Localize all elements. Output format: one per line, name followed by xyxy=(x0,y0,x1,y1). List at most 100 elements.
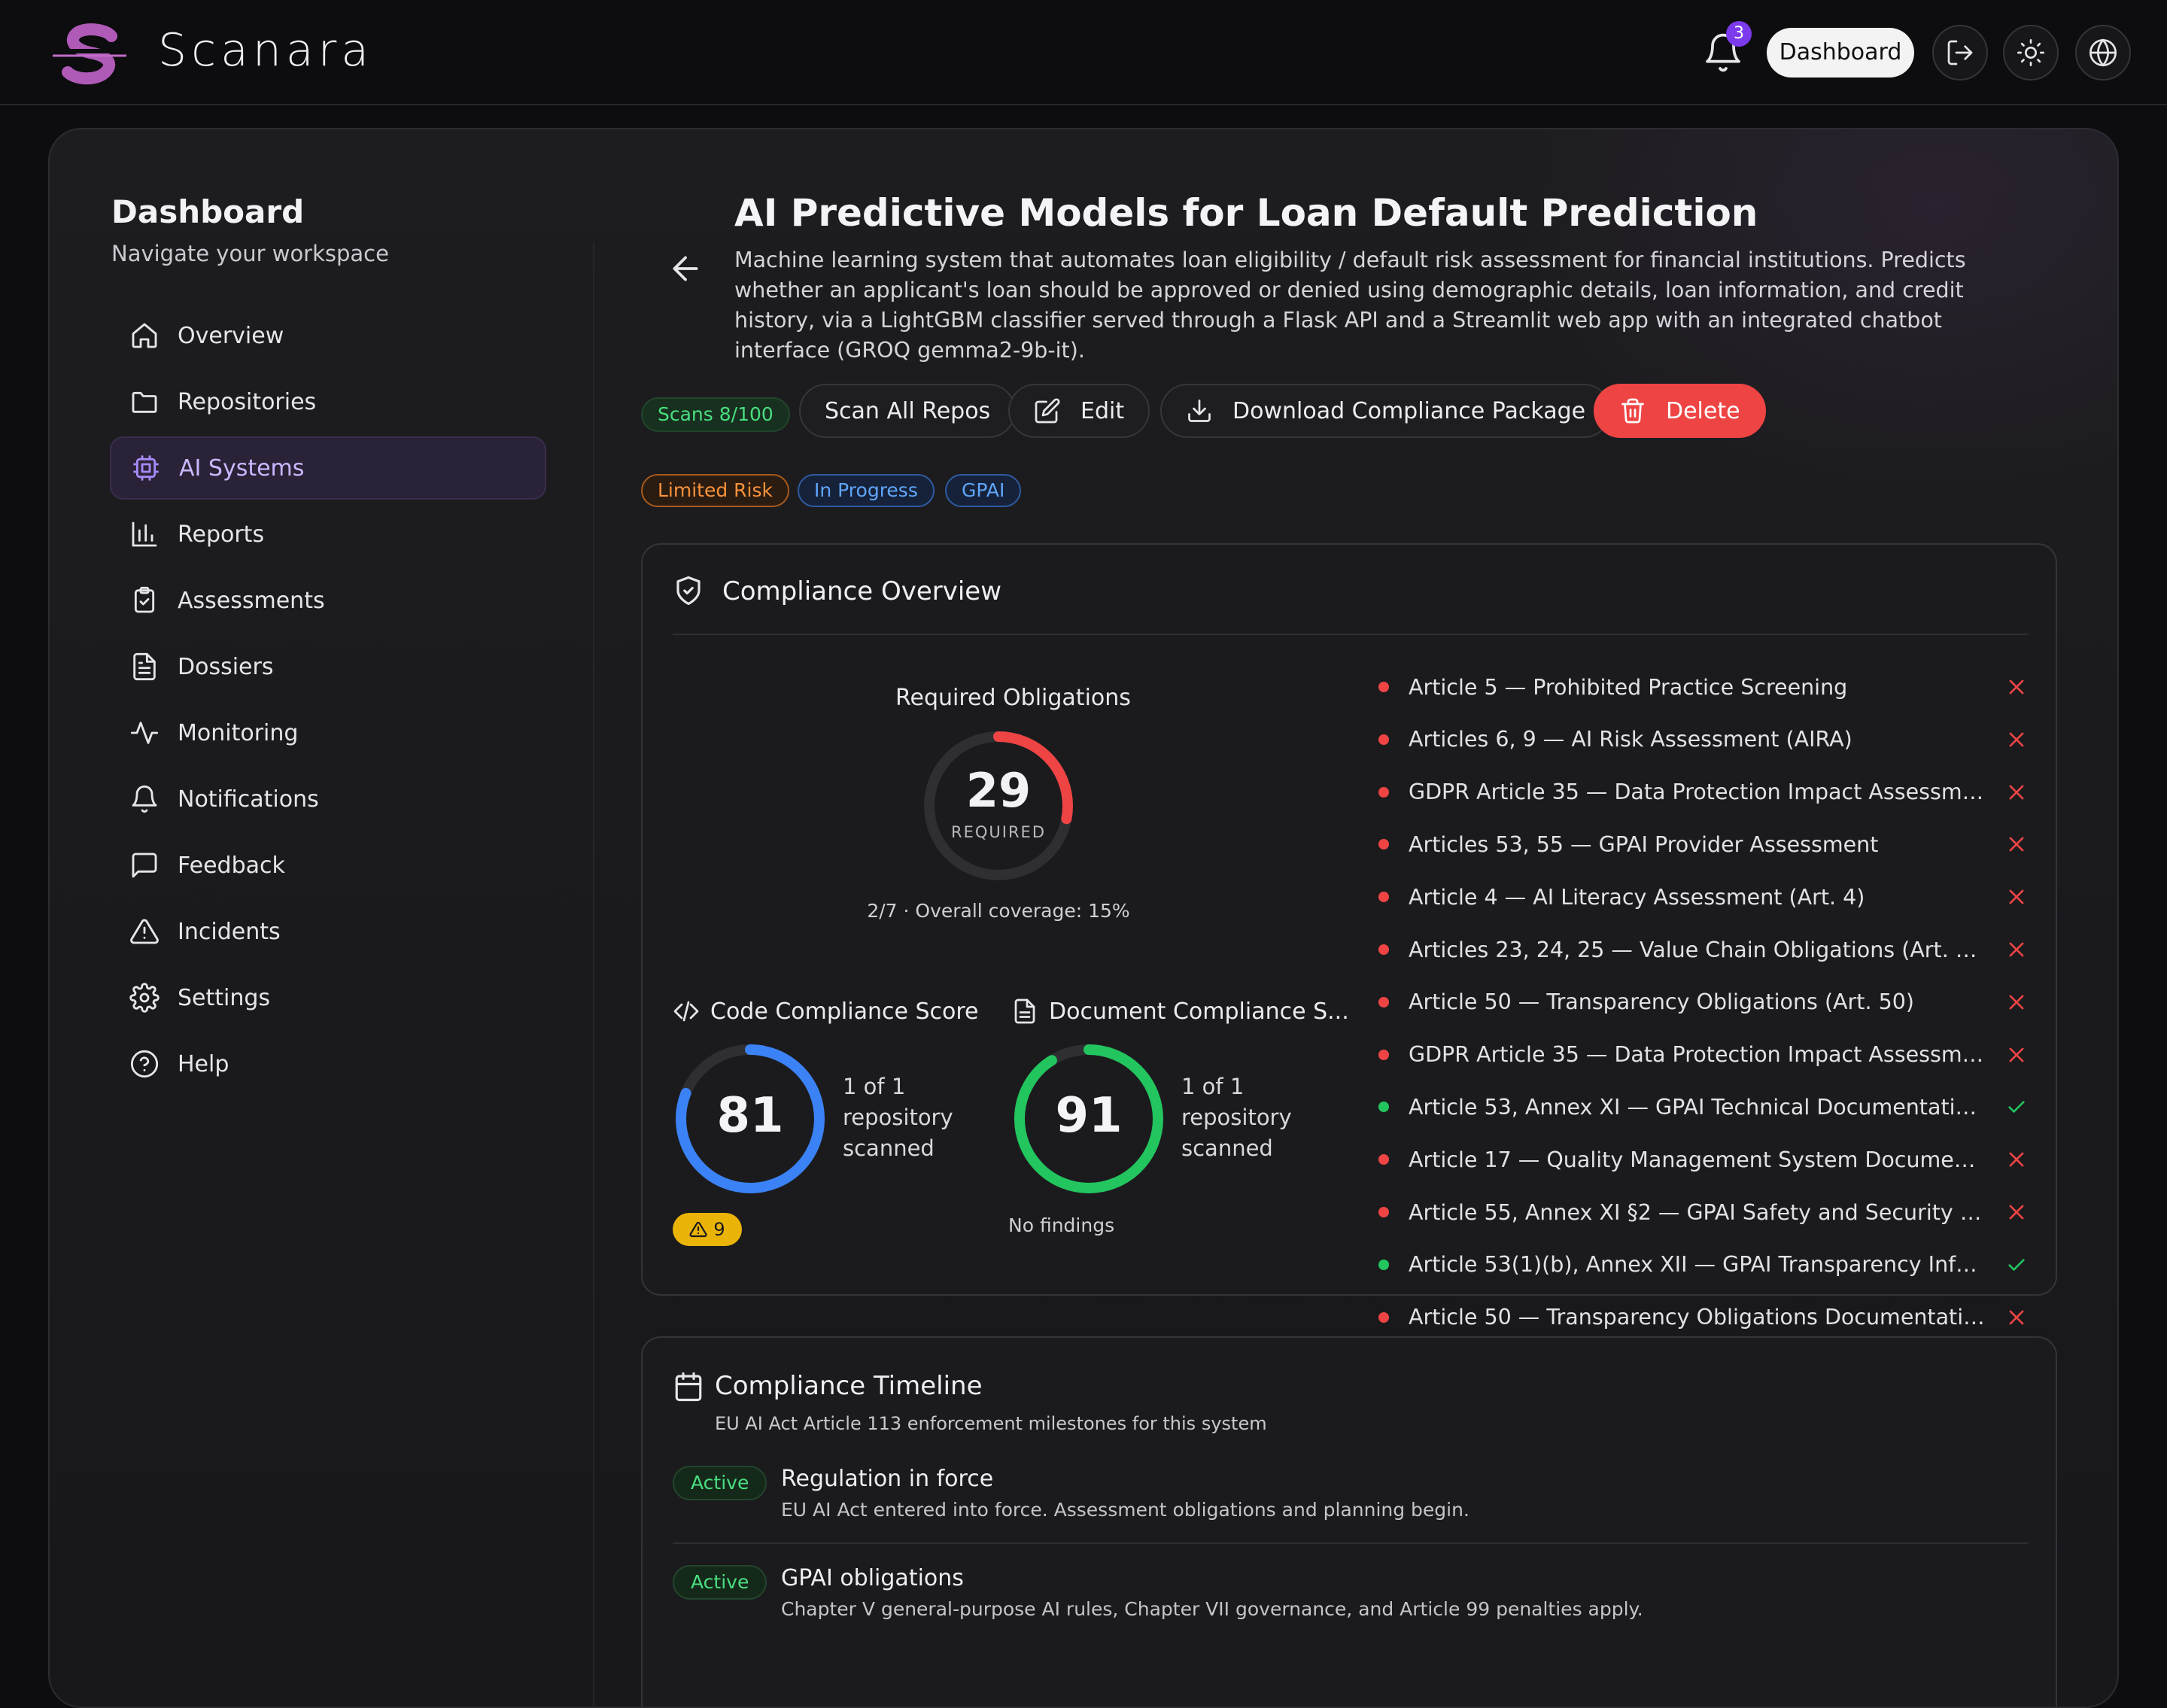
scan-all-repos-button[interactable]: Scan All Repos xyxy=(799,384,1017,438)
theme-toggle-button[interactable] xyxy=(2003,25,2059,81)
download-icon xyxy=(1186,397,1213,424)
obligation-label: Article 50 — Transparency Obligations Do… xyxy=(1409,1305,1988,1330)
cpu-icon xyxy=(129,451,163,485)
scan-all-label: Scan All Repos xyxy=(825,397,991,424)
bar-chart-icon xyxy=(128,518,161,551)
sidebar-item-label: Help xyxy=(178,1050,229,1077)
no-findings-text: No findings xyxy=(1008,1214,1115,1236)
edit-label: Edit xyxy=(1080,397,1125,424)
obligation-row[interactable]: Article 17 — Quality Management System D… xyxy=(1375,1141,2038,1178)
code-score-value: 81 xyxy=(716,1088,784,1144)
home-icon xyxy=(128,319,161,352)
sidebar-item-repositories[interactable]: Repositories xyxy=(110,370,546,433)
notification-count-badge: 3 xyxy=(1726,21,1752,47)
close-icon xyxy=(2009,1152,2024,1167)
timeline-event-description: Chapter V general-purpose AI rules, Chap… xyxy=(781,1598,1643,1620)
obligation-row[interactable]: Article 53(1)(b), Annex XII — GPAI Trans… xyxy=(1375,1246,2038,1284)
clipboard-check-icon xyxy=(128,584,161,617)
obligation-row[interactable]: Articles 53, 55 — GPAI Provider Assessme… xyxy=(1375,825,2038,863)
timeline-event-title: Regulation in force xyxy=(781,1466,994,1492)
close-icon xyxy=(2009,837,2024,852)
sidebar-item-help[interactable]: Help xyxy=(110,1032,546,1096)
delete-button[interactable]: Delete xyxy=(1594,384,1766,438)
scans-counter-badge: Scans 8/100 xyxy=(641,397,790,432)
obligation-row[interactable]: Article 5 — Prohibited Practice Screenin… xyxy=(1375,668,2038,706)
code-compliance-header: Code Compliance Score xyxy=(673,998,978,1025)
edit-icon xyxy=(1034,397,1061,424)
sidebar-item-label: Settings xyxy=(178,984,271,1011)
status-dot xyxy=(1378,786,1389,798)
obligation-row[interactable]: Article 55, Annex XI §2 — GPAI Safety an… xyxy=(1375,1193,2038,1231)
obligation-row[interactable]: Articles 6, 9 — AI Risk Assessment (AIRA… xyxy=(1375,721,2038,758)
obligation-label: Articles 23, 24, 25 — Value Chain Obliga… xyxy=(1409,937,1988,962)
download-compliance-package-button[interactable]: Download Compliance Package xyxy=(1160,384,1612,438)
status-dot xyxy=(1378,892,1389,903)
status-dot xyxy=(1378,1311,1389,1323)
obligation-label: GDPR Article 35 — Data Protection Impact… xyxy=(1409,1042,1988,1068)
logout-button[interactable] xyxy=(1932,25,1988,81)
obligation-row[interactable]: Article 53, Annex XI — GPAI Technical Do… xyxy=(1375,1088,2038,1126)
sidebar-item-dossiers[interactable]: Dossiers xyxy=(110,635,546,698)
required-obligations-title: Required Obligations xyxy=(895,685,1131,711)
timeline-event-description: EU AI Act entered into force. Assessment… xyxy=(781,1499,1469,1521)
sidebar-item-settings[interactable]: Settings xyxy=(110,966,546,1029)
close-icon xyxy=(2009,995,2024,1010)
obligation-row[interactable]: Article 50 — Transparency Obligations Do… xyxy=(1375,1299,2038,1336)
sidebar-title: Dashboard xyxy=(111,193,305,230)
close-icon xyxy=(2009,1310,2024,1325)
page-title: AI Predictive Models for Loan Default Pr… xyxy=(734,191,1758,235)
alert-triangle-icon xyxy=(128,915,161,948)
status-dot xyxy=(1378,839,1389,850)
sidebar-item-monitoring[interactable]: Monitoring xyxy=(110,701,546,764)
sidebar-item-incidents[interactable]: Incidents xyxy=(110,900,546,963)
obligation-row[interactable]: GDPR Article 35 — Data Protection Impact… xyxy=(1375,1036,2038,1074)
timeline-status-badge: Active xyxy=(673,1466,767,1500)
logo-icon[interactable] xyxy=(53,23,131,86)
obligation-row[interactable]: Article 4 — AI Literacy Assessment (Art.… xyxy=(1375,878,2038,916)
document-compliance-header: Document Compliance S... xyxy=(1011,998,1349,1025)
dashboard-button[interactable]: Dashboard xyxy=(1767,28,1914,77)
close-icon xyxy=(2009,942,2024,957)
bell-icon xyxy=(128,783,161,816)
sidebar-item-reports[interactable]: Reports xyxy=(110,503,546,566)
sidebar-subtitle: Navigate your workspace xyxy=(111,241,389,266)
sidebar-divider xyxy=(593,242,594,1706)
obligation-label: GDPR Article 35 — Data Protection Impact… xyxy=(1409,780,1988,805)
sidebar-item-feedback[interactable]: Feedback xyxy=(110,834,546,897)
sidebar-item-assessments[interactable]: Assessments xyxy=(110,569,546,632)
timeline-title: Compliance Timeline xyxy=(715,1371,983,1401)
obligation-label: Article 55, Annex XI §2 — GPAI Safety an… xyxy=(1409,1199,1988,1225)
required-count: 29 xyxy=(965,763,1032,818)
file-text-icon xyxy=(128,650,161,683)
gear-icon xyxy=(128,981,161,1014)
sidebar-item-notifications[interactable]: Notifications xyxy=(110,767,546,831)
obligation-row[interactable]: GDPR Article 35 — Data Protection Impact… xyxy=(1375,773,2038,811)
obligation-row[interactable]: Article 50 — Transparency Obligations (A… xyxy=(1375,983,2038,1021)
close-icon xyxy=(2009,785,2024,800)
check-icon xyxy=(2008,1101,2025,1114)
sidebar-item-ai-systems[interactable]: AI Systems xyxy=(110,436,546,500)
download-label: Download Compliance Package xyxy=(1232,397,1586,424)
status-dot xyxy=(1378,944,1389,955)
obligation-label: Article 4 — AI Literacy Assessment (Art.… xyxy=(1409,884,1865,910)
sidebar-item-label: Monitoring xyxy=(178,719,299,746)
sidebar-item-label: Overview xyxy=(178,322,284,349)
warnings-badge[interactable]: 9 xyxy=(673,1213,742,1246)
language-button[interactable] xyxy=(2075,25,2131,81)
obligation-label: Article 5 — Prohibited Practice Screenin… xyxy=(1409,674,1848,700)
document-repos-scanned: 1 of 1 repository scanned xyxy=(1181,1074,1292,1161)
trash-icon xyxy=(1619,397,1646,424)
edit-button[interactable]: Edit xyxy=(1008,384,1150,438)
obligation-label: Article 50 — Transparency Obligations (A… xyxy=(1409,989,1914,1015)
message-square-icon xyxy=(128,849,161,882)
back-arrow-icon[interactable] xyxy=(667,250,704,287)
top-bar: Scanara 3 Dashboard xyxy=(0,0,2167,105)
sidebar-item-label: Assessments xyxy=(178,587,325,614)
shield-check-icon xyxy=(673,575,704,606)
close-icon xyxy=(2009,679,2024,694)
timeline-status-badge: Active xyxy=(673,1565,767,1600)
sidebar-item-overview[interactable]: Overview xyxy=(110,304,546,367)
obligation-row[interactable]: Articles 23, 24, 25 — Value Chain Obliga… xyxy=(1375,931,2038,968)
status-tag: In Progress xyxy=(798,474,935,507)
sidebar-item-label: Dossiers xyxy=(178,653,274,680)
